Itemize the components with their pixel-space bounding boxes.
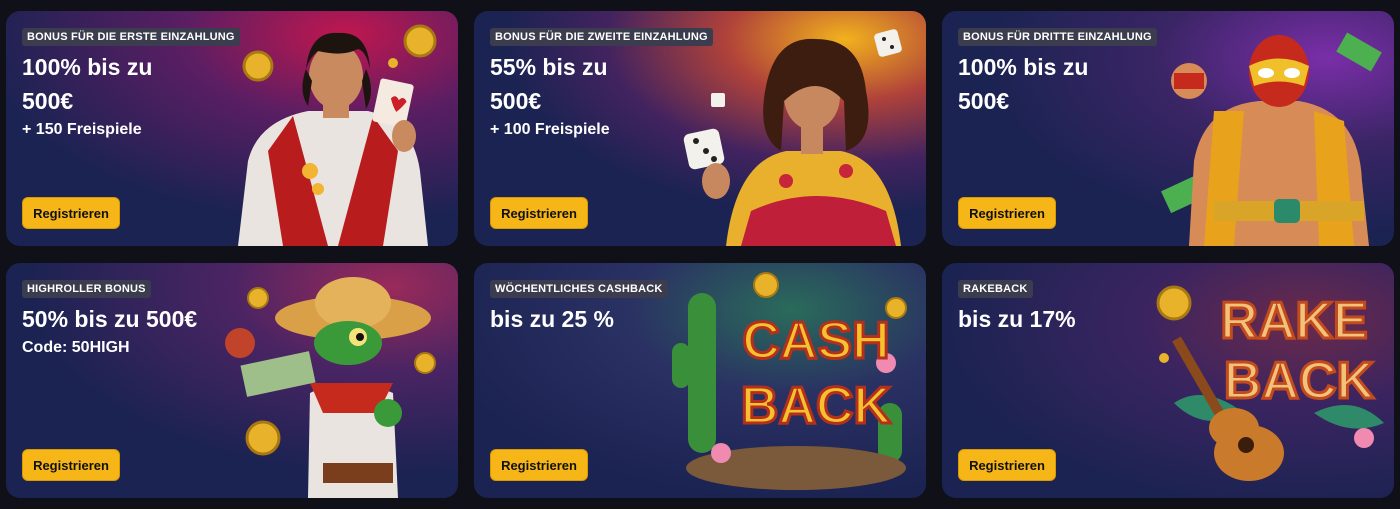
promo-card-weekly-cashback: CASH BACK WÖCHENTLICHES CASHBACK bis zu … [474,263,926,498]
headline-line-2: 500€ [958,88,1010,114]
bonus-badge: RAKEBACK [958,280,1033,298]
bonus-headline: bis zu 25 % [490,302,668,336]
bonus-badge: BONUS FÜR DIE ZWEITE EINZAHLUNG [490,28,713,46]
headline-line-1: bis zu 17% [958,306,1076,332]
headline-line-1: bis zu 25 % [490,306,614,332]
promo-card-rakeback: RAKE BACK RAKEBACK bis zu 17% Registrier… [942,263,1394,498]
bonus-headline: 100% bis zu 500€ [22,50,240,118]
bonus-headline: 100% bis zu 500€ [958,50,1157,118]
promo-card-highroller: HIGHROLLER BONUS 50% bis zu 500€ Code: 5… [6,263,458,498]
bonus-headline: 55% bis zu 500€ [490,50,713,118]
headline-line-1: 55% bis zu [490,54,608,80]
headline-line-1: 100% bis zu [22,54,153,80]
bonus-badge: BONUS FÜR DRITTE EINZAHLUNG [958,28,1157,46]
register-button[interactable]: Registrieren [490,449,588,481]
promo-card-third-deposit: BONUS FÜR DRITTE EINZAHLUNG 100% bis zu … [942,11,1394,246]
register-button[interactable]: Registrieren [958,449,1056,481]
register-button[interactable]: Registrieren [490,197,588,229]
rakeback-art-text-2: BACK [1224,352,1375,410]
bonus-badge: WÖCHENTLICHES CASHBACK [490,280,668,298]
bonus-subtext: + 150 Freispiele [22,121,142,138]
register-button[interactable]: Registrieren [22,449,120,481]
headline-line-1: 50% bis zu 500€ [22,306,198,332]
luchador-wrestler-illustration [1160,32,1382,246]
headline-line-1: 100% bis zu [958,54,1089,80]
headline-line-2: 500€ [490,88,542,114]
cashback-art-text-2: BACK [741,377,892,435]
lizard-with-sombrero-illustration [225,277,436,498]
register-button[interactable]: Registrieren [22,197,120,229]
promo-code: Code: 50HIGH [22,339,130,356]
bonus-subtext: + 100 Freispiele [490,121,610,138]
headline-line-2: 500€ [22,88,74,114]
bonus-headline: 50% bis zu 500€ [22,302,197,336]
promo-card-first-deposit: BONUS FÜR DIE ERSTE EINZAHLUNG 100% bis … [6,11,458,246]
bonus-headline: bis zu 17% [958,302,1076,336]
cashback-art-text-1: CASH [742,312,889,370]
promo-card-second-deposit: BONUS FÜR DIE ZWEITE EINZAHLUNG 55% bis … [474,11,926,246]
rakeback-art-text-1: RAKE [1220,292,1367,350]
cashback-cactus-illustration: CASH BACK [672,272,907,490]
rakeback-guitar-illustration: RAKE BACK [1156,285,1384,481]
register-button[interactable]: Registrieren [958,197,1056,229]
bonus-badge: BONUS FÜR DIE ERSTE EINZAHLUNG [22,28,240,46]
bonus-badge: HIGHROLLER BONUS [22,280,151,298]
